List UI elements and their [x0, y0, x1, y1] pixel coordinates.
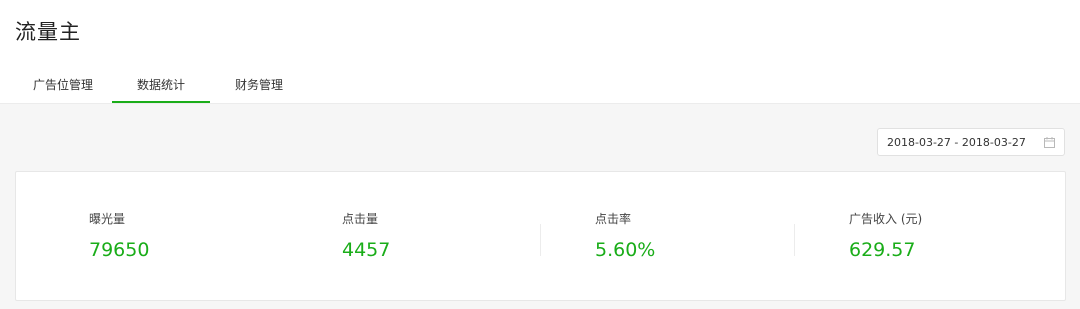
stat-value: 79650 — [89, 239, 150, 261]
tab-ad-slot-management[interactable]: 广告位管理 — [14, 64, 112, 104]
stat-divider — [794, 224, 795, 256]
stat-label: 点击率 — [595, 212, 632, 226]
stat-ad-revenue: 广告收入 (元) 629.57 — [849, 172, 1080, 302]
calendar-icon — [1044, 137, 1055, 148]
stats-card: 曝光量 79650 点击量 4457 点击率 5.60% 广告收入 (元) 62… — [15, 171, 1066, 301]
stat-label: 点击量 — [342, 212, 379, 226]
date-range-picker[interactable]: 2018-03-27 - 2018-03-27 — [877, 128, 1065, 156]
stat-label: 曝光量 — [89, 212, 126, 226]
top-header: 流量主 广告位管理 数据统计 财务管理 — [0, 0, 1080, 104]
stat-clicks: 点击量 4457 — [342, 172, 595, 302]
app-title: 流量主 — [15, 20, 81, 44]
tab-finance-management[interactable]: 财务管理 — [210, 64, 308, 104]
stat-divider — [540, 224, 541, 256]
stat-value: 4457 — [342, 239, 391, 261]
date-range-value: 2018-03-27 - 2018-03-27 — [887, 136, 1026, 149]
stat-label: 广告收入 (元) — [849, 212, 923, 226]
stat-click-rate: 点击率 5.60% — [595, 172, 848, 302]
stat-value: 5.60% — [595, 239, 656, 261]
stat-impressions: 曝光量 79650 — [89, 172, 342, 302]
stat-value: 629.57 — [849, 239, 916, 261]
tab-bar: 广告位管理 数据统计 财务管理 — [14, 64, 308, 104]
tab-data-statistics[interactable]: 数据统计 — [112, 64, 210, 104]
header-divider — [0, 103, 1080, 104]
